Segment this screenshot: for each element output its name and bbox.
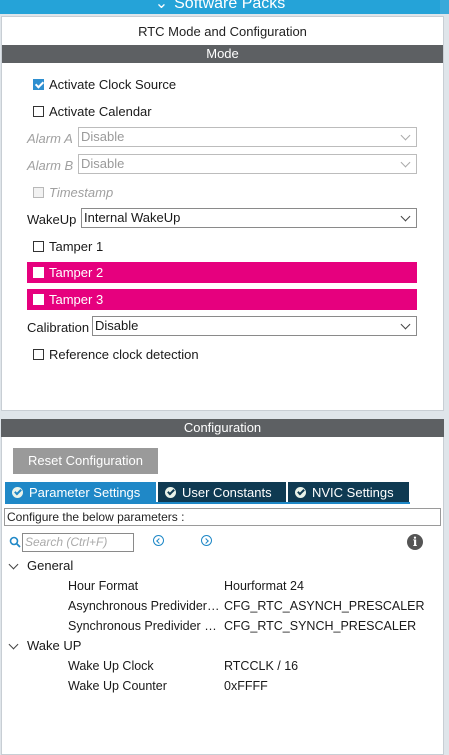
calibration-select[interactable]: Disable [92,316,417,336]
ref-clock-label: Reference clock detection [49,346,199,362]
group-wake-up[interactable]: Wake UP [8,638,81,653]
param-name: Wake Up Clock [68,659,154,673]
check-circle-icon [165,486,176,498]
timestamp-label: Timestamp [49,184,114,200]
info-icon[interactable]: i [407,534,423,550]
tamper1-label: Tamper 1 [49,238,104,254]
group-general[interactable]: General [8,558,73,573]
next-match-icon[interactable] [201,535,212,546]
param-value[interactable]: CFG_RTC_ASYNCH_PRESCALER [224,599,425,613]
alarm-b-select: Disable [78,154,417,174]
tab-user-constants[interactable]: User Constants [158,482,286,502]
tab-nvic-settings[interactable]: NVIC Settings [288,482,409,502]
param-name: Hour Format [68,579,139,593]
param-value[interactable]: CFG_RTC_SYNCH_PRESCALER [224,619,416,633]
software-packs-bar[interactable]: ⌄ Software Packs [0,0,449,14]
chevron-down-icon [400,130,411,141]
tamper2-row[interactable]: Tamper 2 [27,262,417,283]
tamper3-row[interactable]: Tamper 3 [27,289,417,310]
mode-section-header: Mode [2,45,443,63]
reset-configuration-button[interactable]: Reset Configuration [13,448,158,474]
tamper3-checkbox[interactable] [33,294,44,305]
search-input[interactable]: Search (Ctrl+F) [22,533,134,552]
chevron-down-icon [8,639,19,649]
activate-clock-source-row[interactable]: Activate Clock Source [33,73,176,95]
chevron-down-icon: ⌄ [154,0,169,12]
tamper3-label: Tamper 3 [49,292,104,307]
alarm-a-select: Disable [78,127,417,147]
configure-instructions: Configure the below parameters : [4,508,441,526]
ref-clock-checkbox[interactable] [33,348,44,360]
activate-clock-source-label: Activate Clock Source [49,76,177,92]
param-name: Wake Up Counter [68,679,167,693]
check-circle-icon [295,486,306,498]
chevron-down-icon [400,211,411,222]
ref-clock-row[interactable]: Reference clock detection [33,343,199,365]
software-packs-title[interactable]: ⌄ Software Packs [0,0,440,13]
alarm-a-label: Alarm A [27,130,73,146]
activate-clock-source-checkbox[interactable] [33,78,44,90]
activate-calendar-label: Activate Calendar [49,103,152,119]
chevron-down-icon [400,319,411,330]
wakeup-select[interactable]: Internal WakeUp [81,208,417,228]
check-circle-icon [12,486,23,498]
param-name: Synchronous Predivider value [68,619,220,633]
activate-calendar-checkbox[interactable] [33,105,44,117]
search-icon [9,536,21,548]
tamper2-checkbox[interactable] [33,267,44,278]
previous-match-icon[interactable] [153,535,164,546]
panel-title: RTC Mode and Configuration [138,24,307,39]
configuration-section-header: Configuration [1,419,444,437]
timestamp-row: Timestamp [33,181,113,203]
calibration-label: Calibration [27,319,90,335]
param-value[interactable]: 0xFFFF [224,679,268,693]
timestamp-checkbox [33,186,44,198]
param-value[interactable]: RTCCLK / 16 [224,659,298,673]
alarm-b-label: Alarm B [27,157,74,173]
chevron-down-icon [400,157,411,168]
tamper2-label: Tamper 2 [49,265,104,280]
activate-calendar-row[interactable]: Activate Calendar [33,100,152,122]
tamper1-row[interactable]: Tamper 1 [33,235,103,257]
mode-panel: RTC Mode and Configuration Mode Activate… [1,16,444,411]
chevron-down-icon [8,559,19,569]
tab-underline [5,502,410,504]
wakeup-label: WakeUp [27,211,77,227]
param-value[interactable]: Hourformat 24 [224,579,304,593]
tab-parameter-settings[interactable]: Parameter Settings [5,482,156,502]
top-right-corner [440,0,449,14]
tamper1-checkbox[interactable] [33,240,44,252]
param-name: Asynchronous Predivider value [68,599,220,613]
